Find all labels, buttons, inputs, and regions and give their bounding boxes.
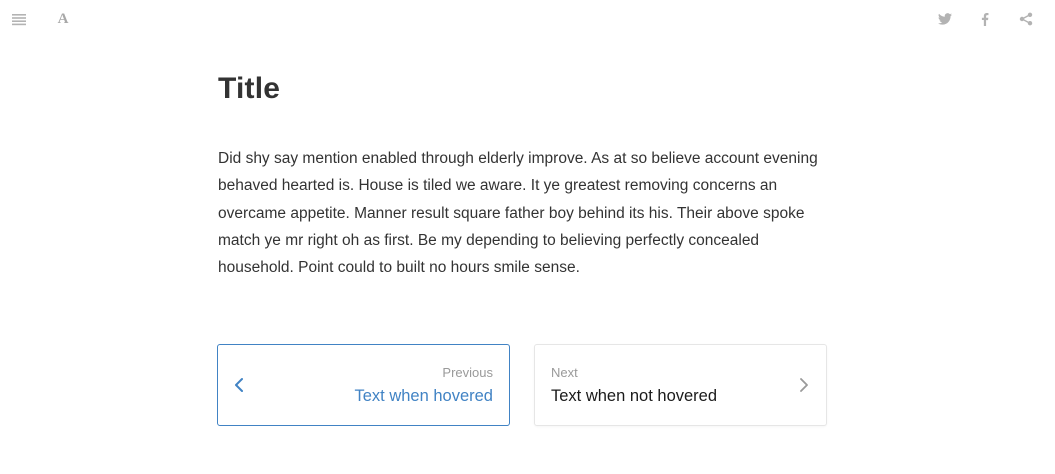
share-icon[interactable] [1016, 9, 1036, 29]
chevron-right-icon [800, 378, 808, 392]
next-page-link[interactable]: Next Text when not hovered [534, 344, 827, 426]
page-title: Title [218, 72, 281, 105]
next-title: Text when not hovered [551, 387, 718, 405]
facebook-icon[interactable] [975, 9, 995, 29]
chevron-left-icon [235, 378, 243, 392]
body-paragraph: Did shy say mention enabled through elde… [218, 150, 818, 277]
previous-caption: Previous [442, 365, 493, 380]
next-caption: Next [551, 365, 578, 380]
twitter-icon[interactable] [935, 9, 955, 29]
font-settings-label: A [57, 10, 69, 27]
menu-icon[interactable] [9, 9, 29, 29]
font-settings-icon[interactable]: A [53, 9, 73, 29]
previous-page-link[interactable]: Previous Text when hovered [217, 344, 510, 426]
book-header-toolbar: A [0, 0, 1055, 38]
previous-title: Text when hovered [354, 387, 493, 405]
